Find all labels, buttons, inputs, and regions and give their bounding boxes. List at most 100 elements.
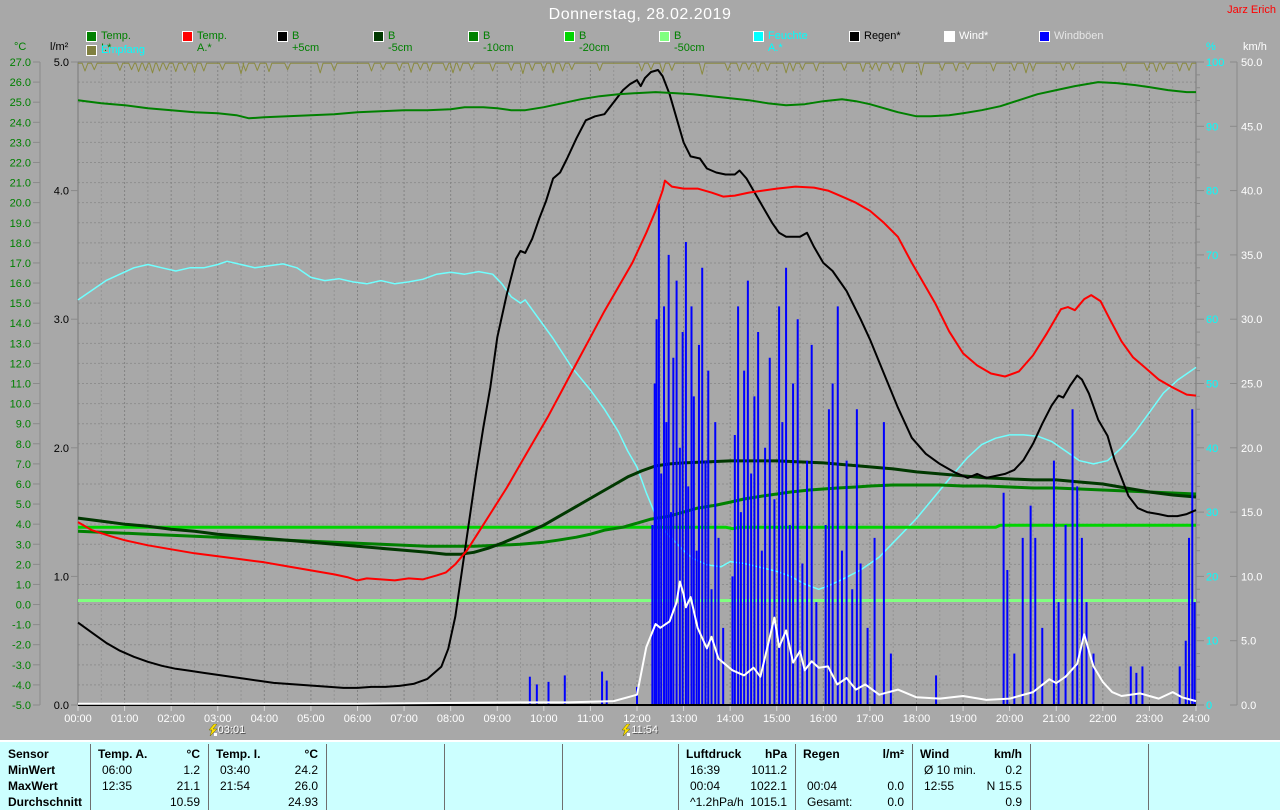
plot-grid xyxy=(78,62,1196,705)
table-column-divider xyxy=(444,744,445,810)
right-kmh-axis-label: 40.0 xyxy=(1241,186,1262,198)
left-temp-axis-label: 1.0 xyxy=(16,579,31,591)
right-kmh-axis-label: 50.0 xyxy=(1241,57,1262,69)
left-temp-axis-label: 6.0 xyxy=(16,479,31,491)
left-temp-axis-label: 9.0 xyxy=(16,419,31,431)
right-pct-axis-label: 90 xyxy=(1206,121,1218,133)
x-axis-label: 16:00 xyxy=(810,713,838,725)
x-axis-label: 24:00 xyxy=(1182,713,1210,725)
left-temp-axis-label: 18.0 xyxy=(10,238,31,250)
table-cell: 0.0 xyxy=(803,795,904,809)
x-axis-label: 18:00 xyxy=(903,713,931,725)
left-temp-axis-label: 21.0 xyxy=(10,178,31,190)
left-temp-axis-label: 13.0 xyxy=(10,338,31,350)
left-temp-axis-label: 7.0 xyxy=(16,459,31,471)
table-cell: °C xyxy=(216,747,318,761)
right-pct-axis-label: 50 xyxy=(1206,379,1218,391)
table-cell: Durchschnitt xyxy=(8,795,82,809)
left-temp-axis-label: 4.0 xyxy=(16,519,31,531)
right-pct-axis-label: 10 xyxy=(1206,636,1218,648)
x-axis-label: 20:00 xyxy=(996,713,1024,725)
left-rain-axis-label: 3.0 xyxy=(54,314,69,326)
right-pct-axis-label: 60 xyxy=(1206,314,1218,326)
left-temp-axis-label: 27.0 xyxy=(10,57,31,69)
x-axis-label: 07:00 xyxy=(390,713,418,725)
left-temp-axis-label: 24.0 xyxy=(10,117,31,129)
table-cell: 0.2 xyxy=(920,763,1022,777)
left-temp-axis-label: 8.0 xyxy=(16,439,31,451)
left-temp-axis-label: 11.0 xyxy=(10,379,31,391)
table-cell: 26.0 xyxy=(216,779,318,793)
right-pct-axis-label: 20 xyxy=(1206,571,1218,583)
right-kmh-axis-label: 35.0 xyxy=(1241,250,1262,262)
x-axis-label: 17:00 xyxy=(856,713,884,725)
series-temp-a xyxy=(78,181,1196,581)
table-cell: 0.9 xyxy=(920,795,1022,809)
time-marker-1154: 11:54 xyxy=(621,724,658,736)
table-cell: N 15.5 xyxy=(920,779,1022,793)
table-cell: 1011.2 xyxy=(686,763,787,777)
right-kmh-axis-label: 10.0 xyxy=(1241,571,1262,583)
x-axis-label: 14:00 xyxy=(716,713,744,725)
left-rain-axis-label: 0.0 xyxy=(54,700,69,712)
marker-time-label: 03:01 xyxy=(218,724,246,736)
statistics-table: SensorMinWertMaxWertDurchschnittTemp. A.… xyxy=(0,740,1280,810)
x-axis-label: 08:00 xyxy=(437,713,465,725)
table-column-divider xyxy=(1148,744,1149,810)
table-cell: 21.1 xyxy=(98,779,200,793)
left-temp-axis-label: -4.0 xyxy=(12,680,31,692)
x-axis-label: 04:00 xyxy=(251,713,279,725)
table-cell: MinWert xyxy=(8,763,55,777)
table-cell: km/h xyxy=(920,747,1022,761)
x-axis-label: 13:00 xyxy=(670,713,698,725)
left-temp-axis-label: -2.0 xyxy=(12,640,31,652)
x-axis-label: 09:00 xyxy=(483,713,511,725)
series-empfang xyxy=(78,63,1196,75)
right-kmh-axis-label: 25.0 xyxy=(1241,379,1262,391)
table-column-divider xyxy=(795,744,796,810)
x-axis-label: 23:00 xyxy=(1136,713,1164,725)
right-pct-axis-label: 0 xyxy=(1206,700,1212,712)
left-rain-axis-label: 5.0 xyxy=(54,57,69,69)
lightning-bolt-icon xyxy=(208,724,218,736)
left-temp-axis-label: 15.0 xyxy=(10,298,31,310)
right-kmh-axis-label: 0.0 xyxy=(1241,700,1256,712)
table-cell: 1.2 xyxy=(98,763,200,777)
table-cell: °C xyxy=(98,747,200,761)
right-pct-axis-label: 40 xyxy=(1206,443,1218,455)
left-temp-axis-label: 22.0 xyxy=(10,157,31,169)
table-cell: 1022.1 xyxy=(686,779,787,793)
left-temp-axis-label: -5.0 xyxy=(12,700,31,712)
left-temp-axis-label: 12.0 xyxy=(10,358,31,370)
table-cell: 0.0 xyxy=(803,779,904,793)
x-axis-label: 00:00 xyxy=(64,713,92,725)
series-b-m20 xyxy=(78,525,1196,528)
table-column-divider xyxy=(562,744,563,810)
x-axis-label: 02:00 xyxy=(157,713,185,725)
table-column-divider xyxy=(678,744,679,810)
left-temp-axis-label: 3.0 xyxy=(16,539,31,551)
right-pct-axis-label: 100 xyxy=(1206,57,1224,69)
left-temp-axis-label: 2.0 xyxy=(16,559,31,571)
table-column-divider xyxy=(1030,744,1031,810)
table-cell: 10.59 xyxy=(98,795,200,809)
x-axis-label: 19:00 xyxy=(949,713,977,725)
table-cell: MaxWert xyxy=(8,779,58,793)
right-kmh-axis-label: 20.0 xyxy=(1241,443,1262,455)
right-pct-axis-label: 80 xyxy=(1206,186,1218,198)
time-marker-0301: 03:01 xyxy=(208,724,246,736)
table-column-divider xyxy=(208,744,209,810)
right-pct-axis-label: 30 xyxy=(1206,507,1218,519)
left-rain-axis-label: 2.0 xyxy=(54,443,69,455)
left-rain-axis-label: 4.0 xyxy=(54,186,69,198)
table-cell: l/m² xyxy=(803,747,904,761)
table-cell: 24.93 xyxy=(216,795,318,809)
marker-time-label: 11:54 xyxy=(631,724,658,736)
left-temp-axis-label: 25.0 xyxy=(10,97,31,109)
x-axis-label: 11:00 xyxy=(577,713,604,725)
left-temp-axis-label: 5.0 xyxy=(16,499,31,511)
left-temp-axis-label: 20.0 xyxy=(10,198,31,210)
x-axis-label: 21:00 xyxy=(1042,713,1070,725)
x-axis-label: 01:00 xyxy=(111,713,139,725)
left-temp-axis-label: 23.0 xyxy=(10,137,31,149)
